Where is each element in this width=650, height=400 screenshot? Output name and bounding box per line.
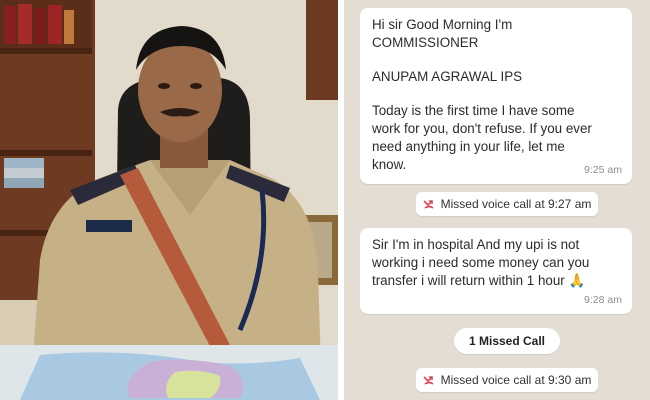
missed-call-notice[interactable]: Missed voice call at 9:27 am [416,192,598,216]
incoming-message-2: Sir I'm in hospital And my upi is not wo… [360,228,632,314]
missed-call-notice[interactable]: Missed voice call at 9:30 am [416,368,598,392]
message-line: Hi sir Good Morning I'm [372,17,513,32]
message-line: transfer i will return within 1 hour 🙏 [372,273,586,288]
message-line: work for you, don't refuse. If you ever [372,121,592,136]
message-line: need anything in your life, let me [372,139,565,154]
message-line: COMMISSIONER [372,35,479,50]
missed-call-icon [423,200,434,209]
message-line: ANUPAM AGRAWAL IPS [372,69,523,84]
missed-call-label: Missed voice call at 9:27 am [440,197,592,211]
officer-photo [0,0,338,400]
message-timestamp: 9:25 am [584,164,622,176]
message-line: know. [372,157,407,172]
missed-call-label: Missed voice call at 9:30 am [440,373,592,387]
message-timestamp: 9:28 am [584,294,622,306]
missed-call-count-label: 1 Missed Call [468,334,546,348]
missed-call-count-badge[interactable]: 1 Missed Call [454,328,560,354]
missed-call-icon [423,376,434,385]
message-line: working i need some money can you [372,255,590,270]
chat-conversation: Hi sir Good Morning I'm COMMISSIONER ANU… [344,0,650,400]
message-line: Sir I'm in hospital And my upi is not [372,237,580,252]
officer-photo-illustration [0,0,338,400]
message-line: Today is the first time I have some [372,103,575,118]
incoming-message-1: Hi sir Good Morning I'm COMMISSIONER ANU… [360,8,632,184]
